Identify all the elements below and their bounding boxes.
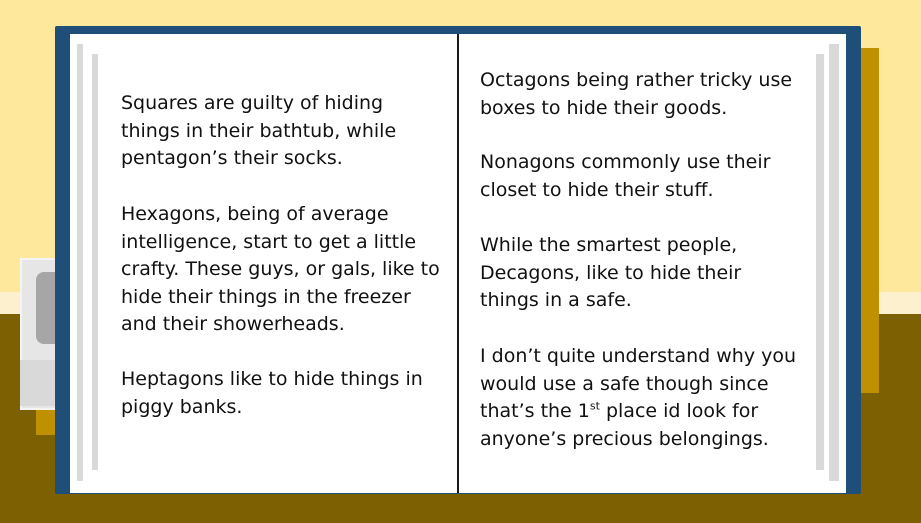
right-paragraph-4-line-4: anyone’s precious belongings. [480,427,769,450]
right-paragraph-2-text: Nonagons commonly use their closet to hi… [480,151,771,201]
left-paragraph-3-text: Heptagons like to hide things in piggy b… [121,368,423,418]
right-paragraph-1-text: Octagons being rather tricky use boxes t… [480,69,793,119]
right-paragraph-4: I don’t quite understand why you would u… [480,343,820,453]
line-3-end: place id look for [599,400,759,423]
right-paragraph-2: Nonagons commonly use their closet to hi… [480,149,820,204]
line-3-start: that’s the 1 [480,400,590,423]
book-spine [457,34,459,493]
ordinal-superscript: st [589,399,600,413]
right-paragraph-1: Octagons being rather tricky use boxes t… [480,67,820,122]
left-paragraph-1: Squares are guilty of hiding things in t… [121,90,451,173]
right-paragraph-3: While the smartest people, Decagons, lik… [480,232,820,315]
page-edge-left-outer [77,44,83,481]
left-paragraph-2-text: Hexagons, being of average intelligence,… [121,203,440,336]
right-paragraph-4-line-3: that’s the 1st place id look for [480,398,820,426]
left-paragraph-2: Hexagons, being of average intelligence,… [121,201,451,339]
page-edge-right-outer [829,44,839,481]
left-paragraph-3: Heptagons like to hide things in piggy b… [121,366,451,421]
page-edge-left-inner [92,54,98,470]
left-paragraph-1-text: Squares are guilty of hiding things in t… [121,92,397,170]
right-paragraph-4-line-1: I don’t quite understand why you [480,345,797,367]
right-paragraph-4-line-2: would use a safe though since [480,372,769,395]
right-paragraph-3-text: While the smartest people, Decagons, lik… [480,234,742,312]
